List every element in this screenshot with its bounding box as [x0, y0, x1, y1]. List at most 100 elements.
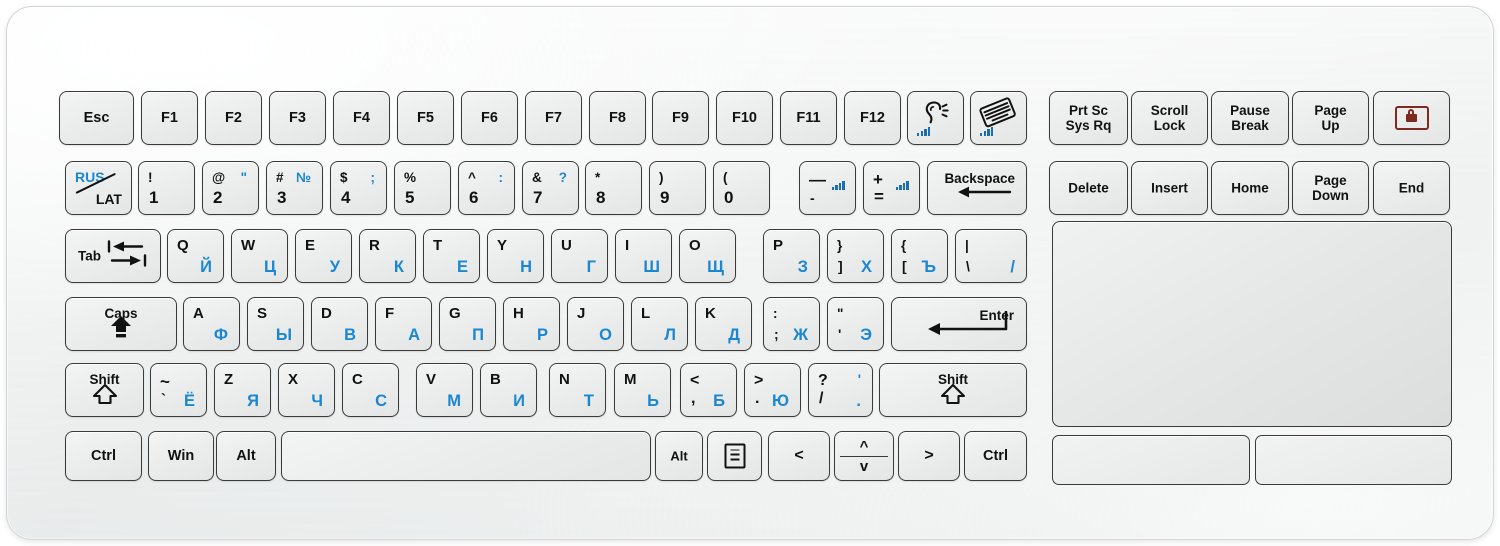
key-h[interactable]: H Р	[503, 297, 560, 351]
key-8[interactable]: * 8	[585, 161, 642, 215]
key-k[interactable]: K Д	[695, 297, 752, 351]
key-period[interactable]: > . Ю	[744, 363, 801, 417]
key-f7[interactable]: F7	[525, 91, 582, 145]
key-e[interactable]: E У	[295, 229, 352, 283]
key-minus-volume-down[interactable]: — -	[799, 161, 856, 215]
key-i[interactable]: I Ш	[615, 229, 672, 283]
key-c[interactable]: C С	[342, 363, 399, 417]
key-w[interactable]: W Ц	[231, 229, 288, 283]
key-shift-legend: ?	[818, 372, 828, 389]
key-y[interactable]: Y Н	[487, 229, 544, 283]
key-6[interactable]: ^ : 6	[458, 161, 515, 215]
key-f11[interactable]: F11	[780, 91, 837, 145]
key-right-shift[interactable]: Shift	[879, 363, 1027, 417]
key-end[interactable]: End	[1373, 161, 1450, 215]
key-f[interactable]: F А	[375, 297, 432, 351]
key-g[interactable]: G П	[439, 297, 496, 351]
key-5[interactable]: % 5	[394, 161, 451, 215]
key-esc[interactable]: Esc	[59, 91, 134, 145]
mouse-left-button[interactable]	[1052, 435, 1250, 485]
key-f4[interactable]: F4	[333, 91, 390, 145]
key-7[interactable]: & ? 7	[522, 161, 579, 215]
key-arrow-up-down[interactable]: ^ v	[834, 431, 894, 481]
key-audio-hearing[interactable]	[907, 91, 964, 145]
key-right-ctrl[interactable]: Ctrl	[964, 431, 1027, 481]
key-backslash[interactable]: | \ /	[955, 229, 1027, 283]
key-l[interactable]: L Л	[631, 297, 688, 351]
key-left-shift[interactable]: Shift	[65, 363, 144, 417]
key-f5[interactable]: F5	[397, 91, 454, 145]
key-t[interactable]: T Е	[423, 229, 480, 283]
key-j[interactable]: J О	[567, 297, 624, 351]
key-slash[interactable]: ? ' / .	[808, 363, 873, 417]
key-4[interactable]: $ ; 4	[330, 161, 387, 215]
key-f6[interactable]: F6	[461, 91, 518, 145]
key-s[interactable]: S Ы	[247, 297, 304, 351]
key-pause-break[interactable]: Pause Break	[1211, 91, 1289, 145]
key-3[interactable]: # № 3	[266, 161, 323, 215]
key-insert[interactable]: Insert	[1131, 161, 1208, 215]
key-keyboard-toggle[interactable]	[970, 91, 1027, 145]
key-home[interactable]: Home	[1211, 161, 1289, 215]
key-bracket-right[interactable]: } ] Х	[827, 229, 884, 283]
key-backspace[interactable]: Backspace	[927, 161, 1027, 215]
key-lock[interactable]	[1373, 91, 1450, 145]
key-quote[interactable]: " ' Э	[827, 297, 884, 351]
key-cyrillic-legend: М	[447, 391, 461, 410]
key-comma[interactable]: < , Б	[680, 363, 737, 417]
touchpad[interactable]	[1052, 221, 1452, 427]
key-o[interactable]: O Щ	[679, 229, 736, 283]
key-f12[interactable]: F12	[844, 91, 901, 145]
key-d[interactable]: D В	[311, 297, 368, 351]
key-right-alt[interactable]: Alt	[655, 431, 703, 481]
key-tilde[interactable]: ~ ` Ё	[150, 363, 207, 417]
key-print-screen[interactable]: Prt Sc Sys Rq	[1049, 91, 1128, 145]
key-page-up[interactable]: Page Up	[1292, 91, 1369, 145]
key-f10[interactable]: F10	[716, 91, 773, 145]
key-win[interactable]: Win	[148, 431, 214, 481]
key-f3[interactable]: F3	[269, 91, 326, 145]
key-arrow-left[interactable]: <	[768, 431, 830, 481]
key-label: Home	[1231, 180, 1269, 196]
key-u[interactable]: U Г	[551, 229, 608, 283]
key-9[interactable]: ) 9	[649, 161, 706, 215]
key-semicolon[interactable]: : ; Ж	[763, 297, 820, 351]
key-z[interactable]: Z Я	[214, 363, 271, 417]
key-arrow-right[interactable]: >	[898, 431, 960, 481]
key-f1[interactable]: F1	[141, 91, 198, 145]
key-scroll-lock[interactable]: Scroll Lock	[1131, 91, 1208, 145]
key-x[interactable]: X Ч	[278, 363, 335, 417]
key-caps-lock[interactable]: Caps	[65, 297, 177, 351]
key-f9[interactable]: F9	[652, 91, 709, 145]
key-latin-legend: W	[241, 237, 256, 254]
key-equal-volume-up[interactable]: + =	[863, 161, 920, 215]
key-0[interactable]: ( 0	[713, 161, 770, 215]
key-tab[interactable]: Tab	[65, 229, 161, 283]
key-label: Delete	[1068, 180, 1109, 196]
key-cyrillic-legend: Б	[713, 391, 725, 410]
key-bracket-left[interactable]: { [ Ъ	[891, 229, 948, 283]
key-latin-legend: F	[385, 305, 395, 322]
key-f8[interactable]: F8	[589, 91, 646, 145]
key-p[interactable]: P З	[763, 229, 820, 283]
key-space[interactable]	[281, 431, 651, 481]
mouse-right-button[interactable]	[1255, 435, 1452, 485]
key-a[interactable]: A Ф	[183, 297, 240, 351]
key-q[interactable]: Q Й	[167, 229, 224, 283]
key-page-down[interactable]: Page Down	[1292, 161, 1369, 215]
key-rus-lat-toggle[interactable]: RUS LAT	[65, 161, 132, 215]
key-b[interactable]: B И	[480, 363, 537, 417]
key-enter[interactable]: Enter	[891, 297, 1027, 351]
key-context-menu[interactable]	[707, 431, 762, 481]
key-left-ctrl[interactable]: Ctrl	[65, 431, 142, 481]
key-1[interactable]: ! 1	[138, 161, 195, 215]
key-m[interactable]: M Ь	[614, 363, 671, 417]
key-2[interactable]: @ " 2	[202, 161, 259, 215]
key-f2[interactable]: F2	[205, 91, 262, 145]
key-n[interactable]: N Т	[549, 363, 606, 417]
key-delete[interactable]: Delete	[1049, 161, 1128, 215]
key-cyrillic-legend: Т	[583, 391, 594, 410]
key-v[interactable]: V М	[416, 363, 473, 417]
key-left-alt[interactable]: Alt	[216, 431, 276, 481]
key-r[interactable]: R К	[359, 229, 416, 283]
